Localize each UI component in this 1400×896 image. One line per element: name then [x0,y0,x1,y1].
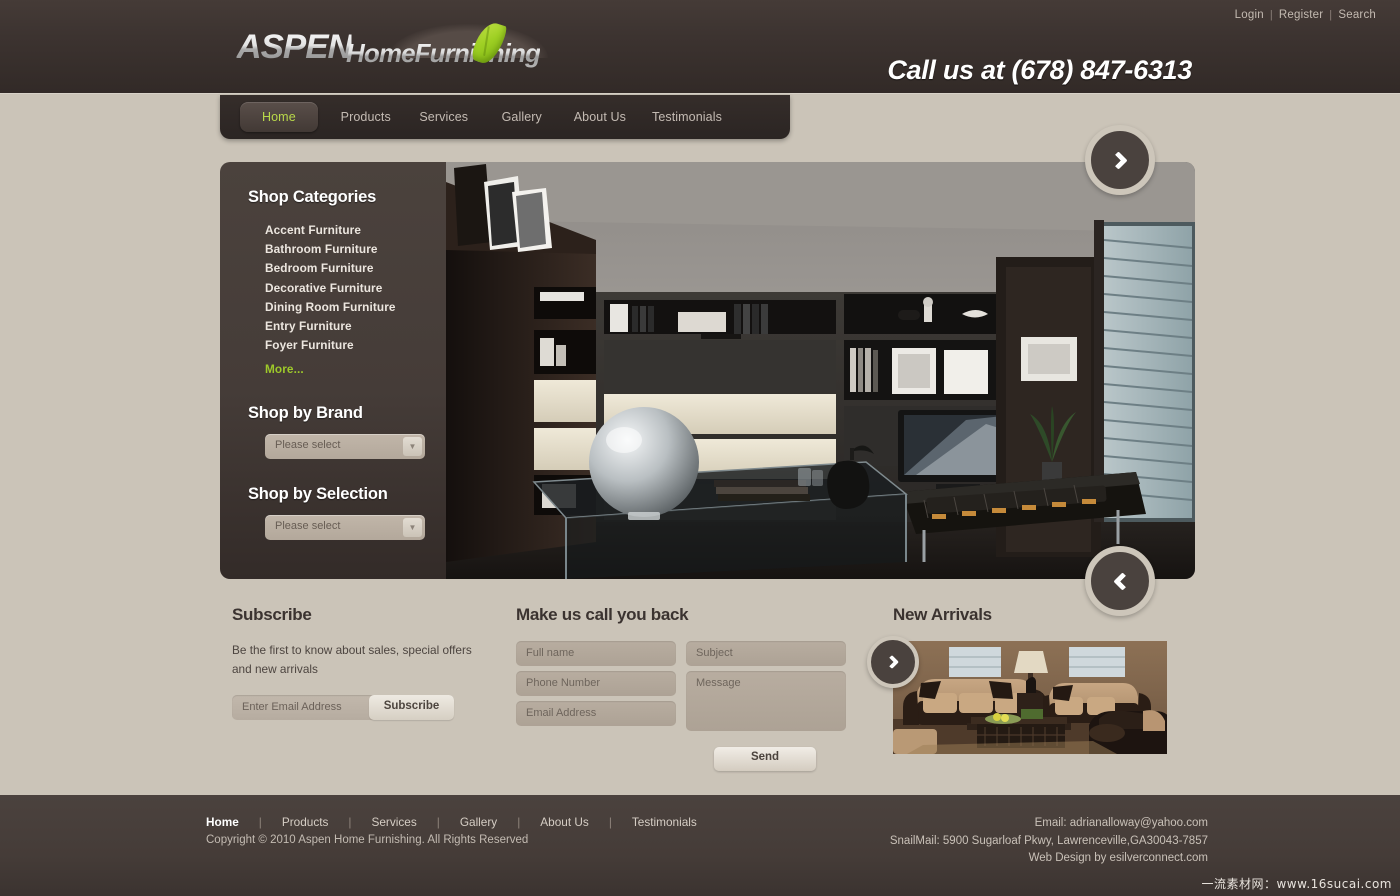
footer-web-design-credit: Web Design by esilverconnect.com [1028,852,1208,864]
footer-nav-about-us[interactable]: About Us [540,815,589,829]
footer-nav-products[interactable]: Products [282,815,329,829]
callback-title: Make us call you back [516,605,689,624]
send-button[interactable]: Send [714,747,816,771]
arrivals-next-button[interactable] [867,636,919,688]
subject-input[interactable]: Subject [686,641,846,666]
footer-nav-services[interactable]: Services [372,815,417,829]
email-input[interactable]: Email Address [516,701,676,726]
category-item[interactable]: Decorative Furniture [265,281,446,295]
footer-nav-separator: | [608,815,612,829]
subscribe-description: Be the first to know about sales, specia… [232,643,472,676]
watermark-text: 一流素材网：www.16sucai.com [1201,877,1392,891]
utility-nav: Login | Register | Search [1229,9,1382,21]
chevron-down-icon: ▼ [403,437,422,457]
brand-select-value: Please select [275,439,341,452]
category-item[interactable]: Bathroom Furniture [265,242,446,256]
nav-item-testimonials[interactable]: Testimonials [652,102,722,132]
hero-image [446,162,1195,579]
footer-nav-home[interactable]: Home [206,815,239,829]
chevron-down-icon: ▼ [403,518,422,538]
footer-nav-separator: | [517,815,521,829]
main-navigation: Home Products Services Gallery About Us … [220,95,790,139]
category-more-link[interactable]: More... [265,362,446,376]
chevron-right-icon [1109,150,1128,170]
footer-snailmail: SnailMail: 5900 Sugarloaf Pkwy, Lawrence… [889,834,1208,847]
category-item[interactable]: Foyer Furniture [265,338,446,352]
footer-navigation: Home | Products | Services | Gallery | A… [206,815,697,829]
selection-select-value: Please select [275,520,341,533]
subscribe-email-input[interactable]: Enter Email Address [232,695,369,720]
site-header: Login | Register | Search ASPEN HomeFurnishi… [0,0,1400,94]
subscribe-title: Subscribe [232,605,312,624]
callback-section: Make us call you back Full name Phone Nu… [516,605,876,771]
category-list: Accent Furniture Bathroom Furniture Bedr… [248,223,446,376]
callback-right-column: Subject Message [686,641,846,736]
subscribe-section: Subscribe Be the first to know about sal… [232,605,482,720]
callback-form: Full name Phone Number Email Address Sub… [516,641,876,736]
shop-categories-title: Shop Categories [248,188,377,206]
message-textarea[interactable]: Message [686,671,846,731]
selection-select[interactable]: Please select ▼ [265,515,425,541]
footer-contact-info: Email: adrianalloway@yahoo.com SnailMail… [890,815,1208,868]
footer-nav-gallery[interactable]: Gallery [460,815,497,829]
fullname-input[interactable]: Full name [516,641,676,666]
nav-item-about-us[interactable]: About Us [574,102,626,132]
subscribe-form: Enter Email Address Subscribe [232,695,454,720]
new-arrivals-section: New Arrivals [867,605,1193,754]
new-arrivals-title: New Arrivals [893,605,992,624]
footer-nav-testimonials[interactable]: Testimonials [632,815,697,829]
shop-sidebar: Shop Categories Accent Furniture Bathroo… [220,162,446,579]
callback-left-column: Full name Phone Number Email Address [516,641,676,736]
new-arrivals-image [893,641,1167,754]
category-item[interactable]: Bedroom Furniture [265,261,446,275]
footer-nav-separator: | [258,815,262,829]
subscribe-button[interactable]: Subscribe [369,695,454,720]
brand-select[interactable]: Please select ▼ [265,434,425,460]
hero-room-illustration [446,162,1195,579]
phone-number: Call us at (678) 847-6313 [887,55,1192,85]
footer-nav-separator: | [436,815,440,829]
shop-by-selection-title: Shop by Selection [248,485,388,504]
nav-item-gallery[interactable]: Gallery [496,102,548,132]
login-link[interactable]: Login [1229,9,1270,21]
phone-input[interactable]: Phone Number [516,671,676,696]
chevron-right-icon [884,654,899,670]
nav-item-services[interactable]: Services [418,102,470,132]
site-logo[interactable]: ASPEN HomeFurnishing [236,19,548,72]
register-link[interactable]: Register [1273,9,1329,21]
hero-section: Shop Categories Accent Furniture Bathroo… [220,125,1195,616]
footer-email: Email: adrianalloway@yahoo.com [1034,817,1208,829]
site-footer: Home | Products | Services | Gallery | A… [0,795,1400,896]
logo-primary-text: ASPEN [236,28,353,66]
shop-by-brand-title: Shop by Brand [248,404,363,423]
footer-nav-separator: | [348,815,352,829]
nav-item-products[interactable]: Products [340,102,392,132]
hero-next-button[interactable] [1085,125,1155,195]
category-item[interactable]: Accent Furniture [265,223,446,237]
search-link[interactable]: Search [1332,9,1382,21]
category-item[interactable]: Dining Room Furniture [265,300,446,314]
category-item[interactable]: Entry Furniture [265,319,446,333]
living-room-illustration [893,641,1167,754]
chevron-left-icon [1112,571,1132,591]
logo-secondary-text: HomeFurnishing [346,38,541,68]
nav-item-home[interactable]: Home [240,102,318,132]
copyright-text: Copyright © 2010 Aspen Home Furnishing. … [206,834,529,846]
